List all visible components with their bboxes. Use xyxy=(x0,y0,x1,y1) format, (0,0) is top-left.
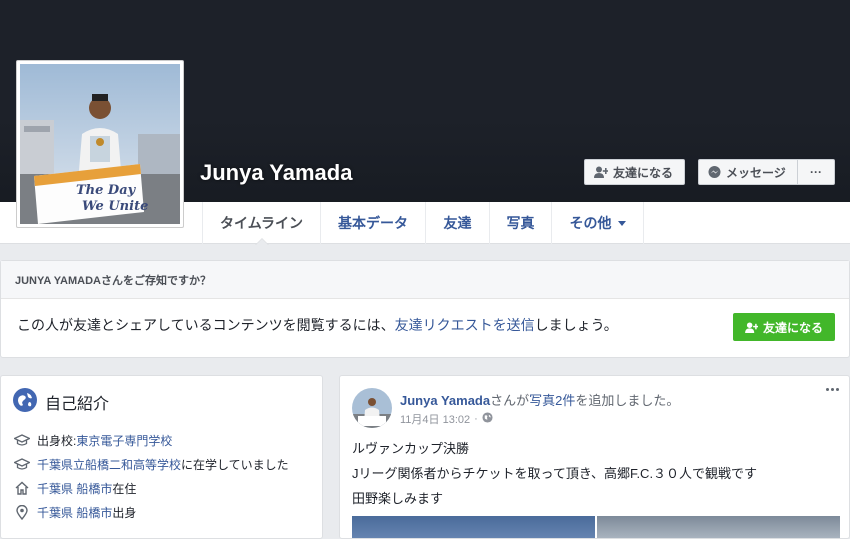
graduation-cap-icon xyxy=(13,457,31,471)
more-dot-icon xyxy=(831,388,834,391)
chevron-down-icon xyxy=(617,220,626,226)
tab-friends[interactable]: 友達 xyxy=(425,202,489,244)
message-button[interactable]: メッセージ xyxy=(698,159,797,185)
tab-more[interactable]: その他 xyxy=(551,202,644,244)
tab-friends-label: 友達 xyxy=(443,215,472,231)
tab-more-label: その他 xyxy=(569,215,612,231)
message-label: メッセージ xyxy=(726,165,786,180)
intro-item-from: 千葉県 船橋市 出身 xyxy=(13,502,136,522)
intro-title: 自己紹介 xyxy=(45,396,110,413)
svg-text:The Day: The Day xyxy=(76,183,137,198)
intro-item-suffix: に在学していました xyxy=(181,457,289,472)
intro-card: 自己紹介 出身校: 東京電子専門学校 千葉県立船橋二和高等学校 に在学していました… xyxy=(0,375,323,539)
svg-text:We Unite: We Unite xyxy=(82,199,148,214)
profile-photo-image: The Day We Unite xyxy=(20,64,180,224)
post-text-line: Jリーグ関係者からチケットを取って頂き、高郷F.C.３０人で観戦です xyxy=(352,466,758,481)
home-icon xyxy=(13,481,31,495)
do-you-know-text-after: しましょう。 xyxy=(534,317,618,333)
location-pin-icon xyxy=(13,504,31,520)
intro-item-highschool: 千葉県立船橋二和高等学校 に在学していました xyxy=(13,454,289,474)
send-friend-request-link[interactable]: 友達リクエストを送信 xyxy=(395,317,535,333)
globe-icon[interactable] xyxy=(482,412,493,426)
tab-photos[interactable]: 写真 xyxy=(489,202,551,244)
intro-item-prefix: 出身校: xyxy=(37,433,77,448)
messenger-icon xyxy=(708,165,721,179)
post-author-avatar[interactable] xyxy=(352,388,392,428)
do-you-know-heading: JUNYA YAMADAさんをご存知ですか？ xyxy=(1,261,849,299)
post-options-button[interactable] xyxy=(826,388,839,391)
post-action-suffix: を追加しました。 xyxy=(575,393,680,408)
post-meta-separator: · xyxy=(474,413,478,425)
post-text-line: 田野楽しみます xyxy=(352,491,444,506)
tab-about[interactable]: 基本データ xyxy=(320,202,425,244)
post-photo-2[interactable] xyxy=(597,516,840,538)
globe-icon xyxy=(13,388,37,416)
do-you-know-panel: JUNYA YAMADAさんをご存知ですか？ この人が友達とシェアしているコンテ… xyxy=(0,260,850,358)
intro-item-school: 出身校: 東京電子専門学校 xyxy=(13,430,172,450)
post-timestamp[interactable]: 11月4日 13:02 xyxy=(400,411,470,427)
school-link[interactable]: 東京電子専門学校 xyxy=(76,432,172,449)
highschool-link[interactable]: 千葉県立船橋二和高等学校 xyxy=(37,456,181,473)
hometown-link[interactable]: 千葉県 船橋市 xyxy=(37,504,112,521)
post-header: Junya Yamadaさんが写真2件を追加しました。 xyxy=(400,390,679,409)
add-friend-label: 友達になる xyxy=(613,165,674,180)
post-author-link[interactable]: Junya Yamada xyxy=(400,393,490,408)
post-photo-1[interactable] xyxy=(352,516,595,538)
tab-timeline[interactable]: タイムライン xyxy=(202,202,320,245)
intro-header: 自己紹介 xyxy=(13,388,109,416)
profile-name[interactable]: Junya Yamada xyxy=(200,160,352,186)
tab-about-label: 基本データ xyxy=(338,215,408,231)
graduation-cap-icon xyxy=(13,433,31,447)
add-friend-icon xyxy=(594,166,608,178)
add-friend-green-label: 友達になる xyxy=(762,320,823,335)
tab-photos-label: 写真 xyxy=(506,215,535,231)
timeline-post: Junya Yamadaさんが写真2件を追加しました。 11月4日 13:02 … xyxy=(339,375,850,539)
add-friend-icon xyxy=(745,321,758,333)
tab-timeline-label: タイムライン xyxy=(219,215,304,231)
post-action-prefix: さんが xyxy=(490,393,530,408)
intro-item-suffix: 在住 xyxy=(112,481,137,496)
do-you-know-text: この人が友達とシェアしているコンテンツを閲覧するには、友達リクエストを送信しまし… xyxy=(17,315,618,335)
intro-item-lives-in: 千葉県 船橋市 在住 xyxy=(13,478,136,498)
post-photos-link[interactable]: 写真2件 xyxy=(529,393,575,408)
add-friend-button[interactable]: 友達になる xyxy=(584,159,685,185)
more-dot-icon xyxy=(826,388,829,391)
post-text-line: ルヴァンカップ決勝 xyxy=(352,441,470,456)
profile-picture[interactable]: The Day We Unite xyxy=(16,60,184,228)
more-options-button[interactable]: ··· xyxy=(797,159,835,185)
intro-item-suffix: 出身 xyxy=(112,505,137,520)
do-you-know-text-before: この人が友達とシェアしているコンテンツを閲覧するには、 xyxy=(17,317,395,333)
post-meta: 11月4日 13:02 · xyxy=(400,411,493,427)
more-options-label: ··· xyxy=(810,165,822,179)
add-friend-green-button[interactable]: 友達になる xyxy=(732,313,835,341)
current-city-link[interactable]: 千葉県 船橋市 xyxy=(37,480,112,497)
more-dot-icon xyxy=(836,388,839,391)
